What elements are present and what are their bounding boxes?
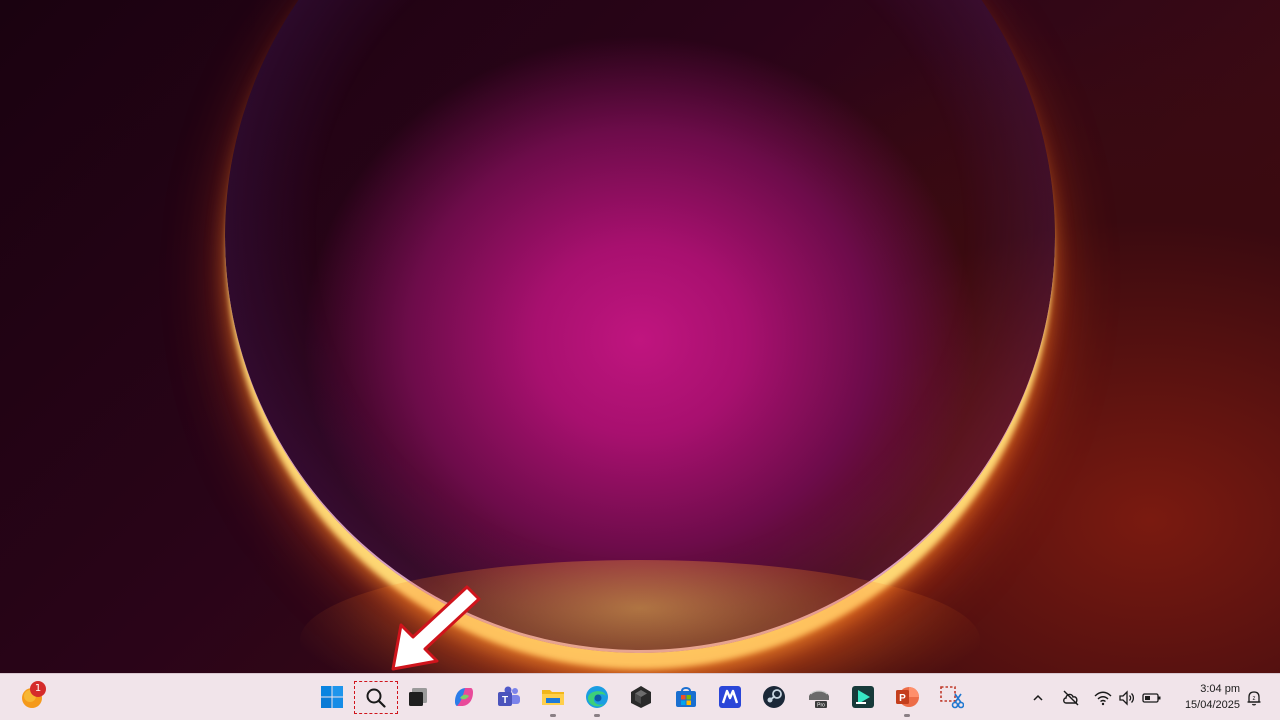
svg-text:T: T (502, 695, 508, 706)
edge-browser-icon[interactable] (582, 682, 612, 717)
running-indicator (904, 714, 910, 717)
cube-app-icon[interactable] (626, 682, 656, 712)
taskbar: 1 T Pro P 3:04 pm 15/04/2025 z (0, 673, 1280, 720)
copilot-icon[interactable] (449, 682, 479, 712)
clock[interactable]: 3:04 pm 15/04/2025 (1170, 681, 1240, 713)
battery-icon[interactable] (1142, 688, 1162, 708)
wifi-icon[interactable] (1093, 688, 1113, 708)
clock-time: 3:04 pm (1200, 683, 1240, 695)
search-icon (366, 688, 386, 708)
clock-date: 15/04/2025 (1184, 699, 1240, 711)
wallpaper-bloom (225, 0, 1055, 653)
task-view-icon[interactable] (403, 682, 433, 712)
running-indicator (594, 714, 600, 717)
m-app-icon[interactable] (715, 682, 745, 712)
filmora-icon[interactable] (848, 682, 878, 712)
annotation-arrow-icon (391, 585, 481, 671)
cloud-off-icon[interactable] (1061, 688, 1081, 708)
svg-text:Pro: Pro (817, 703, 825, 709)
svg-text:z: z (1253, 696, 1256, 702)
teams-icon[interactable]: T (494, 682, 524, 712)
folder-icon[interactable] (538, 682, 568, 717)
powerpoint-icon[interactable]: P (892, 682, 922, 717)
scanner-pro-icon[interactable]: Pro (804, 682, 834, 712)
desktop-wallpaper (0, 0, 1280, 673)
chevron-up-icon[interactable] (1028, 688, 1048, 708)
running-indicator (550, 714, 556, 717)
snipping-tool-icon[interactable] (936, 682, 966, 712)
steam-icon[interactable] (759, 682, 789, 712)
microsoft-store-icon[interactable] (671, 682, 701, 712)
windows-start-icon[interactable] (317, 682, 347, 712)
widgets-badge: 1 (30, 681, 46, 697)
svg-text:P: P (899, 693, 906, 704)
search-button[interactable] (354, 681, 398, 714)
speaker-icon[interactable] (1117, 688, 1137, 708)
notification-icon[interactable]: z (1244, 688, 1264, 708)
